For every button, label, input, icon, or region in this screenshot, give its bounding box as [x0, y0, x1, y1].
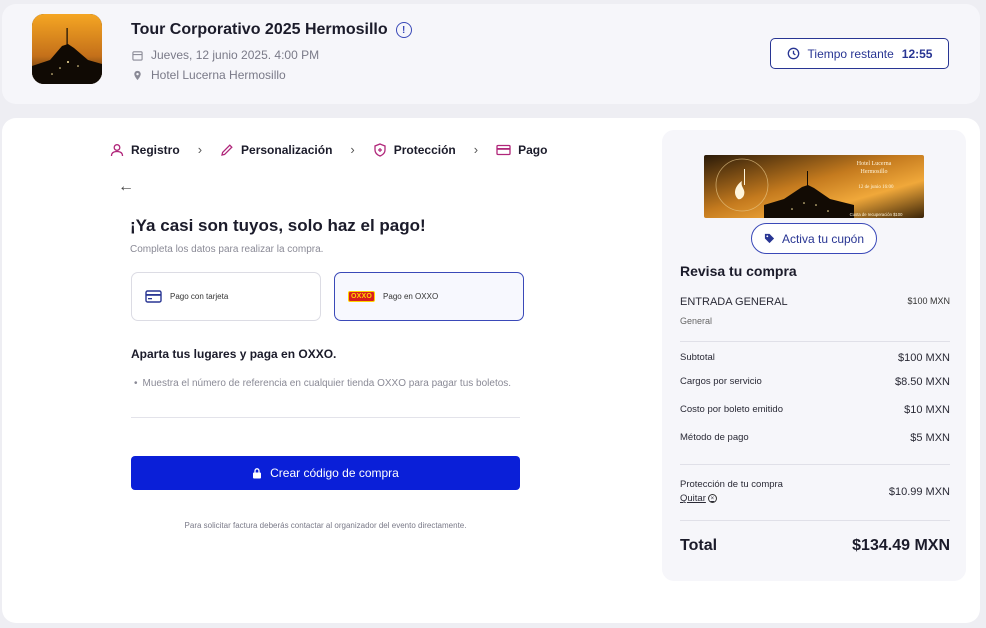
checkout-steps: Registro › Personalización › Protección …: [110, 142, 547, 157]
event-header: Tour Corporativo 2025 Hermosillo ! Jueve…: [2, 4, 980, 104]
divider: [680, 464, 950, 465]
protection-value: $10.99 MXN: [888, 486, 950, 498]
step-registro[interactable]: Registro: [110, 143, 180, 157]
close-circle-icon: ×: [707, 494, 717, 503]
total-label: Total: [680, 537, 718, 554]
event-banner-image: Hotel Lucerna Hermosillo 12 de junio 16:…: [704, 155, 924, 218]
chevron-right-icon: ›: [473, 142, 479, 157]
summary-title: Revisa tu compra: [680, 263, 797, 279]
order-summary: Hotel Lucerna Hermosillo 12 de junio 16:…: [662, 130, 966, 581]
banner-venue-line2: Hermosillo: [861, 169, 888, 175]
checkout-main: Registro › Personalización › Protección …: [2, 118, 980, 623]
oxxo-instruction: • Muestra el número de referencia en cua…: [134, 378, 512, 389]
invoice-footnote: Para solicitar factura deberás contactar…: [184, 521, 467, 530]
remove-protection-link[interactable]: Quitar ×: [680, 493, 717, 504]
event-title: Tour Corporativo 2025 Hermosillo !: [131, 21, 412, 39]
banner-date: 12 de junio 16:00: [858, 185, 894, 190]
chevron-right-icon: ›: [197, 142, 203, 157]
oxxo-section-title: Aparta tus lugares y paga en OXXO.: [131, 347, 337, 361]
banner-venue-line1: Hotel Lucerna: [857, 161, 892, 167]
line-ticket-fee: Costo por boleto emitido $10 MXN: [680, 404, 950, 416]
credit-card-icon: [496, 144, 511, 155]
pencil-icon: [221, 143, 233, 156]
page-title: ¡Ya casi son tuyos, solo haz el pago!: [130, 216, 426, 235]
banner-fee: Cuota de recuperación $100: [850, 212, 904, 217]
step-pago[interactable]: Pago: [496, 143, 547, 157]
back-arrow-icon[interactable]: ←: [118, 178, 134, 196]
event-date: Jueves, 12 junio 2025. 4:00 PM: [132, 48, 319, 62]
event-thumbnail: [32, 14, 102, 84]
line-subtotal: Subtotal $100 MXN: [680, 352, 950, 364]
total-value: $134.49 MXN: [852, 537, 950, 554]
protection-label: Protección de tu compra: [680, 479, 783, 490]
step-proteccion[interactable]: Protección: [373, 143, 456, 157]
lock-icon: [253, 467, 262, 478]
divider: [680, 341, 950, 342]
divider: [680, 520, 950, 521]
ticket-type: General: [680, 316, 713, 326]
calendar-icon: [132, 50, 143, 61]
oxxo-logo-icon: OXXO: [348, 291, 376, 302]
page-subtitle: Completa los datos para realizar la comp…: [130, 244, 324, 255]
line-payment-method: Método de pago $5 MXN: [680, 432, 950, 444]
info-icon[interactable]: !: [395, 22, 412, 38]
timer-value: 12:55: [901, 46, 933, 61]
time-remaining-button[interactable]: Tiempo restante 12:55: [770, 38, 949, 69]
user-icon: [110, 143, 124, 156]
activate-coupon-button[interactable]: Activa tu cupón: [751, 223, 877, 254]
payment-option-oxxo[interactable]: OXXO Pago en OXXO: [334, 272, 524, 321]
chevron-right-icon: ›: [350, 142, 355, 157]
location-pin-icon: [134, 70, 141, 80]
ticket-name: ENTRADA GENERAL: [680, 296, 788, 308]
payment-option-card[interactable]: Pago con tarjeta: [131, 272, 321, 321]
credit-card-icon: [145, 290, 162, 303]
line-service-fee: Cargos por servicio $8.50 MXN: [680, 376, 950, 388]
ticket-price: $100 MXN: [907, 296, 950, 306]
event-location: Hotel Lucerna Hermosillo: [132, 68, 286, 82]
clock-icon: [787, 47, 799, 60]
create-purchase-code-button[interactable]: Crear código de compra: [131, 456, 520, 490]
divider: [131, 417, 520, 418]
shield-icon: [374, 142, 386, 157]
step-personalizacion[interactable]: Personalización: [220, 143, 332, 157]
tag-icon: [764, 233, 775, 244]
timer-label: Tiempo restante: [807, 46, 894, 61]
